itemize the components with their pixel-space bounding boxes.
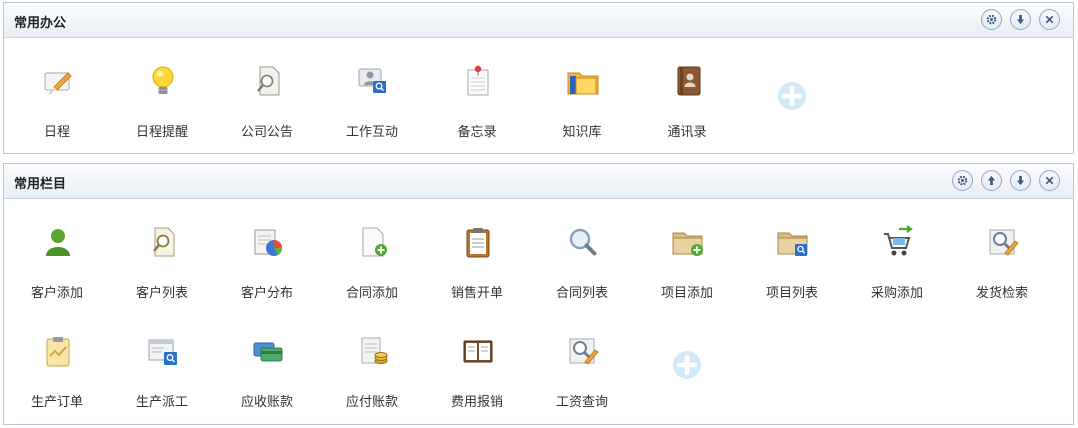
shortcut-item[interactable]: 应付账款 <box>320 308 424 410</box>
cart-add-icon <box>884 225 913 256</box>
lightbulb-icon <box>152 66 174 94</box>
close-button[interactable] <box>1039 9 1060 30</box>
shortcut-item[interactable]: 公司公告 <box>215 38 319 140</box>
magnifier-icon <box>569 228 597 256</box>
clipboard-icon <box>466 228 490 258</box>
search-edit-icon <box>569 338 599 365</box>
shortcut-item[interactable]: 知识库 <box>530 38 634 140</box>
close-button[interactable] <box>1039 170 1060 191</box>
cards-icon <box>253 342 283 362</box>
shortcut-item[interactable]: 备忘录 <box>425 38 529 140</box>
panel-header: 常用办公 <box>4 3 1073 38</box>
bill-coins-icon <box>361 337 388 364</box>
gear-icon <box>957 175 968 186</box>
settings-button[interactable] <box>952 170 973 191</box>
shortcut-item[interactable]: 合同列表 <box>530 199 634 301</box>
clipboard-chart-icon <box>46 337 70 367</box>
document-add-icon <box>362 227 387 257</box>
shortcut-item[interactable]: 日程 <box>5 38 109 140</box>
shortcut-item[interactable]: 客户分布 <box>215 199 319 301</box>
folder-add-icon <box>672 232 703 256</box>
shortcut-item[interactable]: 通讯录 <box>635 38 739 140</box>
panel-title: 常用办公 <box>14 16 67 31</box>
shortcut-item[interactable]: 客户列表 <box>110 199 214 301</box>
shortcut-item[interactable]: 销售开单 <box>425 199 529 301</box>
shortcut-item[interactable]: 项目添加 <box>635 199 739 301</box>
close-icon <box>1045 176 1054 185</box>
gear-icon <box>986 14 997 25</box>
arrow-up-icon <box>987 175 996 186</box>
arrow-down-icon <box>1016 14 1025 25</box>
pencil-note-icon <box>44 72 72 95</box>
panel-columns: 常用栏目 客户添加 客户列表 客户分布 合同添加 销售开单 合同列表 项目添加 … <box>3 163 1074 425</box>
document-search-icon <box>153 227 175 257</box>
shortcut-item[interactable]: 合同添加 <box>320 199 424 301</box>
shortcut-item[interactable]: 工资查询 <box>530 308 634 410</box>
move-down-button[interactable] <box>1010 170 1031 191</box>
user-add-icon <box>46 229 70 256</box>
shortcut-item[interactable]: 日程提醒 <box>110 38 214 140</box>
move-up-button[interactable] <box>981 170 1002 191</box>
folder-book-icon <box>567 72 599 95</box>
shortcut-item[interactable]: 采购添加 <box>845 199 949 301</box>
window-search-icon <box>148 339 177 365</box>
settings-button[interactable] <box>981 9 1002 30</box>
panel-office: 常用办公 日程 日程提醒 公司公告 工作互动 备忘录 知识库 通讯录 <box>3 2 1074 154</box>
shortcut-item[interactable]: 生产派工 <box>110 308 214 410</box>
close-icon <box>1045 15 1054 24</box>
document-search-icon <box>257 66 280 96</box>
shortcut-item[interactable]: 应收账款 <box>215 308 319 410</box>
move-down-button[interactable] <box>1010 9 1031 30</box>
arrow-down-icon <box>1016 175 1025 186</box>
memo-pin-icon <box>467 65 489 96</box>
shortcut-item[interactable]: 费用报销 <box>425 308 529 410</box>
address-book-icon <box>677 66 701 96</box>
panel-header: 常用栏目 <box>4 164 1073 199</box>
ledger-icon <box>463 340 493 363</box>
panel-title: 常用栏目 <box>14 177 67 192</box>
add-shortcut-icon[interactable] <box>672 350 702 380</box>
add-shortcut-icon[interactable] <box>777 81 807 111</box>
folder-search-icon <box>777 232 808 256</box>
pie-chart-icon <box>254 229 283 256</box>
shortcut-item[interactable]: 发货检索 <box>950 199 1054 301</box>
user-chat-icon <box>358 68 386 93</box>
shortcut-item[interactable]: 生产订单 <box>5 308 109 410</box>
shortcut-item[interactable]: 客户添加 <box>5 199 109 301</box>
search-edit-icon <box>989 229 1019 256</box>
shortcut-item[interactable]: 工作互动 <box>320 38 424 140</box>
shortcut-item[interactable]: 项目列表 <box>740 199 844 301</box>
